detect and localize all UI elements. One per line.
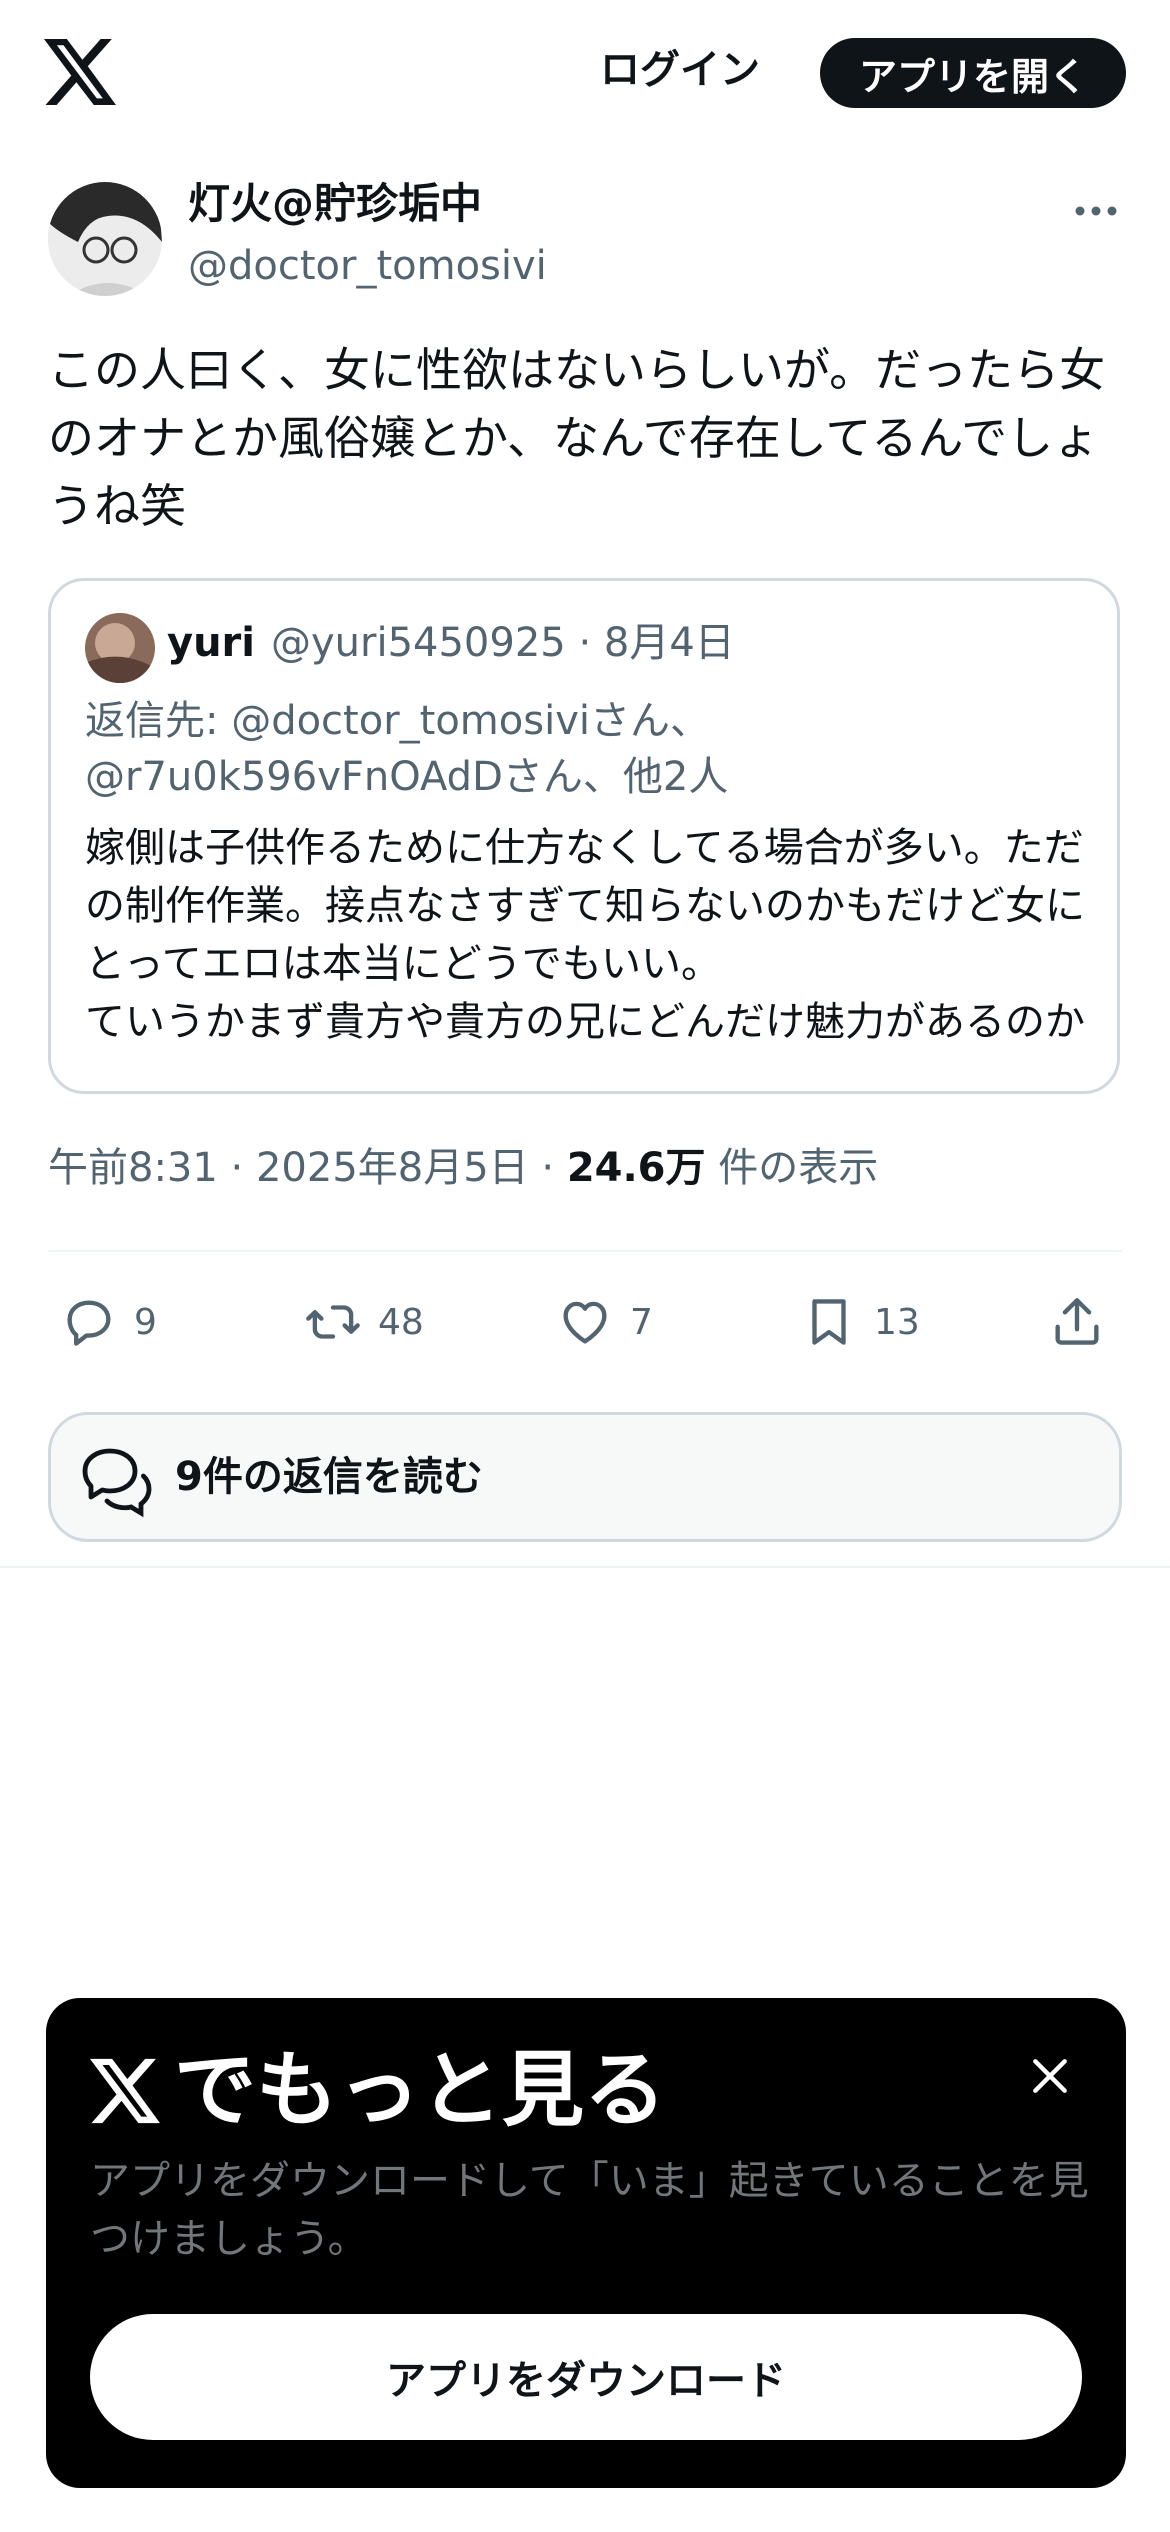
bookmark-button[interactable]: 13: [800, 1290, 920, 1354]
bookmark-count: 13: [874, 1301, 920, 1343]
reply-button[interactable]: 9: [60, 1290, 157, 1354]
read-replies-button[interactable]: 9件の返信を読む: [48, 1412, 1122, 1542]
tweet-time-date: 午前8:31 · 2025年8月5日 ·: [48, 1145, 567, 1191]
x-logo-icon[interactable]: [44, 38, 116, 106]
quoted-author-name: yuri: [167, 620, 255, 666]
x-logo-icon: [90, 2058, 160, 2124]
share-button[interactable]: [1048, 1290, 1106, 1354]
tweet-text: この人曰く、女に性欲はないらしいが。だったら女のオナとか風俗嬢とか、なんで存在し…: [48, 343, 1106, 533]
app-promo-sheet: でもっと見る アプリをダウンロードして「いま」起きていることを見つけましょう。 …: [46, 1998, 1126, 2488]
divider: [0, 1566, 1170, 1568]
login-link[interactable]: ログイン: [600, 40, 760, 100]
download-app-button[interactable]: アプリをダウンロード: [90, 2314, 1082, 2440]
tweet-meta: 午前8:31 · 2025年8月5日 · 24.6万 件の表示: [48, 1140, 878, 1196]
more-options-icon[interactable]: [1072, 196, 1120, 226]
chat-bubbles-icon: [75, 1439, 155, 1519]
author-name[interactable]: 灯火@貯珍垢中: [188, 176, 482, 232]
bookmark-icon: [812, 1299, 846, 1345]
author-avatar[interactable]: [48, 182, 162, 296]
close-icon[interactable]: [1028, 2054, 1072, 2098]
quoted-tweet-text-body: 嫁側は子供作るために仕方なくしてる場合が多い。ただの制作作業。接点なさすぎて知ら…: [85, 825, 1085, 1045]
open-app-button[interactable]: アプリを開く: [820, 38, 1126, 108]
reply-count: 9: [134, 1301, 157, 1343]
quoted-handle-date: @yuri5450925 · 8月4日: [271, 620, 735, 666]
quoted-reply-to: 返信先: @doctor_tomosiviさん、@r7u0k596vFnOAdD…: [85, 698, 729, 800]
promo-title: でもっと見る: [90, 2036, 666, 2146]
like-button[interactable]: 7: [556, 1290, 653, 1354]
views-label: 件の表示: [705, 1145, 879, 1191]
views-count: 24.6万: [566, 1145, 706, 1191]
share-icon: [1055, 1298, 1099, 1345]
divider: [48, 1250, 1122, 1252]
retweet-button[interactable]: 48: [304, 1290, 424, 1354]
quoted-author-avatar: [85, 613, 155, 683]
retweet-icon: [306, 1305, 360, 1339]
author-handle[interactable]: @doctor_tomosivi: [188, 238, 547, 294]
reply-icon: [67, 1300, 111, 1346]
promo-subtitle: アプリをダウンロードして「いま」起きていることを見つけましょう。: [90, 2158, 1089, 2262]
quoted-tweet-text: 嫁側は子供作るために仕方なくしてる場合が多い。ただの制作作業。接点なさすぎて知ら…: [85, 819, 1089, 1051]
promo-title-text: でもっと見る: [174, 2043, 667, 2138]
heart-icon: [563, 1301, 607, 1344]
quoted-tweet-card[interactable]: yuri @yuri5450925 · 8月4日 返信先: @doctor_to…: [48, 578, 1120, 1094]
like-count: 7: [630, 1301, 653, 1343]
read-replies-label: 9件の返信を読む: [175, 1454, 483, 1500]
retweet-count: 48: [378, 1301, 424, 1343]
